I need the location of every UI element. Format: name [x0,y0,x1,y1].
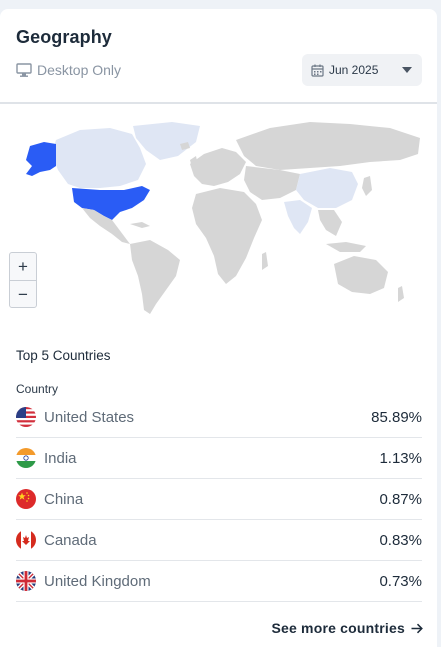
zoom-in-button[interactable]: + [10,253,36,280]
country-percent: 0.87% [379,490,422,508]
scrollbar-track[interactable] [437,0,441,647]
country-name: Canada [44,531,97,549]
map-southeast-asia [318,210,342,236]
map-caribbean [130,222,150,228]
uk-flag-icon [16,571,36,591]
world-map[interactable] [0,104,437,319]
see-more-countries-link[interactable]: See more countries [271,620,423,636]
map-australia [334,256,388,294]
country-percent: 85.89% [371,408,422,426]
country-row: India 1.13% [16,438,422,479]
calendar-icon [311,64,324,77]
device-filter-label: Desktop Only [37,62,122,78]
country-row: United Kingdom 0.73% [16,561,422,602]
map-africa [192,188,262,284]
desktop-icon [16,62,32,77]
us-flag-icon [16,407,36,427]
country-list: United States 85.89% India 1.13% China 0… [16,397,422,602]
map-usa [72,186,150,220]
map-alaska [26,142,56,176]
india-flag-icon [16,448,36,468]
date-selector-value: Jun 2025 [329,63,379,77]
map-zoom-controls: + − [9,252,37,308]
country-percent: 0.83% [379,531,422,549]
world-map-svg [26,122,420,314]
card-header: Geography [16,27,421,48]
canada-flag-icon [16,530,36,550]
country-name: United Kingdom [44,572,151,590]
top-countries-title: Top 5 Countries [16,348,111,363]
country-percent: 0.73% [379,572,422,590]
map-india [284,200,312,234]
china-flag-icon [16,489,36,509]
chevron-down-icon [402,67,412,73]
device-filter: Desktop Only [16,62,121,78]
country-column-header: Country [16,382,59,396]
see-more-label: See more countries [271,620,405,636]
date-selector[interactable]: Jun 2025 [302,54,422,86]
map-indonesia [326,242,366,252]
geography-card: Geography Desktop Only Jun 2025 + − Top … [0,9,437,647]
country-name: United States [44,408,135,426]
country-row: China 0.87% [16,479,422,520]
country-name: India [44,449,77,467]
map-greenland [133,122,200,160]
map-china [296,168,358,208]
map-canada [52,128,146,188]
map-new-zealand [398,286,404,302]
arrow-right-icon [411,623,423,633]
map-south-america [130,240,180,314]
zoom-out-button[interactable]: − [10,280,36,308]
map-madagascar [262,252,268,270]
country-name: China [44,490,84,508]
country-percent: 1.13% [379,449,422,467]
country-row: Canada 0.83% [16,520,422,561]
country-row: United States 85.89% [16,397,422,438]
map-japan [362,176,372,196]
card-title: Geography [16,27,112,47]
map-europe [190,148,246,186]
map-russia [236,122,420,170]
map-central-asia [244,166,300,200]
